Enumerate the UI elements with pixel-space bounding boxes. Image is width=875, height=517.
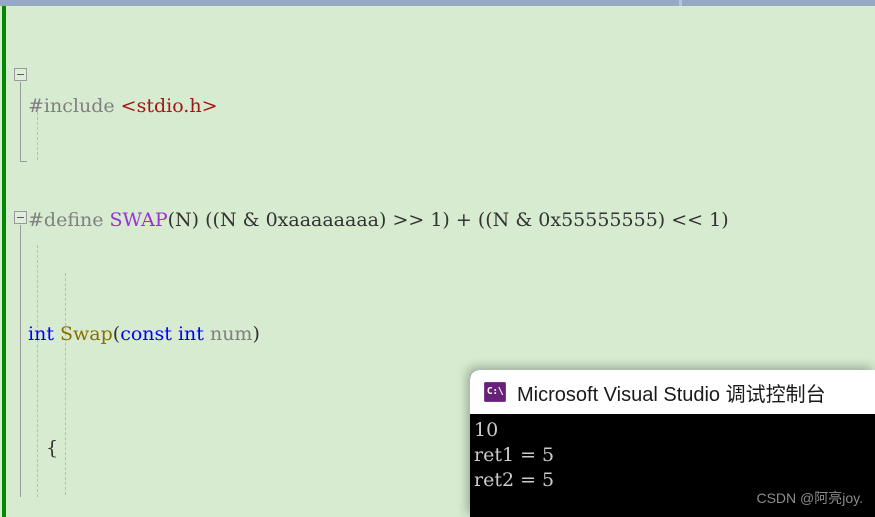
token-include-path: <stdio.h> bbox=[120, 94, 218, 117]
token-keyword: int bbox=[177, 322, 204, 345]
token-keyword: const bbox=[120, 322, 172, 345]
console-output-line: ret1 = 5 bbox=[474, 444, 555, 466]
token-paren: ) bbox=[252, 322, 260, 345]
console-icon-label: C:\ bbox=[486, 386, 504, 397]
token-macro-body: (N) ((N & 0xaaaaaaaa) >> 1) + ((N & 0x55… bbox=[167, 208, 729, 231]
token-macro-name: SWAP bbox=[109, 208, 168, 231]
debug-console-window[interactable]: C:\ Microsoft Visual Studio 调试控制台 10 ret… bbox=[470, 370, 875, 517]
code-editor-window: #include <stdio.h> #define SWAP(N) ((N &… bbox=[0, 0, 875, 517]
csdn-watermark: CSDN @阿亮joy. bbox=[756, 490, 863, 506]
code-line[interactable]: #include <stdio.h> bbox=[0, 92, 875, 121]
console-app-icon: C:\ bbox=[484, 382, 506, 402]
console-output[interactable]: 10 ret1 = 5 ret2 = 5 CSDN @阿亮joy. bbox=[470, 414, 875, 517]
token-directive: #define bbox=[28, 208, 104, 231]
token-brace: { bbox=[46, 436, 59, 459]
console-output-line: 10 bbox=[474, 419, 499, 441]
code-line[interactable]: int Swap(const int num) bbox=[0, 320, 875, 349]
code-line[interactable]: #define SWAP(N) ((N & 0xaaaaaaaa) >> 1) … bbox=[0, 206, 875, 235]
token-keyword: int bbox=[28, 322, 54, 345]
token-parameter: num bbox=[209, 322, 253, 345]
console-title: Microsoft Visual Studio 调试控制台 bbox=[517, 383, 826, 406]
token-directive: #include bbox=[28, 94, 115, 117]
token-function-name: Swap bbox=[60, 322, 113, 345]
console-titlebar[interactable]: C:\ Microsoft Visual Studio 调试控制台 bbox=[470, 370, 875, 414]
